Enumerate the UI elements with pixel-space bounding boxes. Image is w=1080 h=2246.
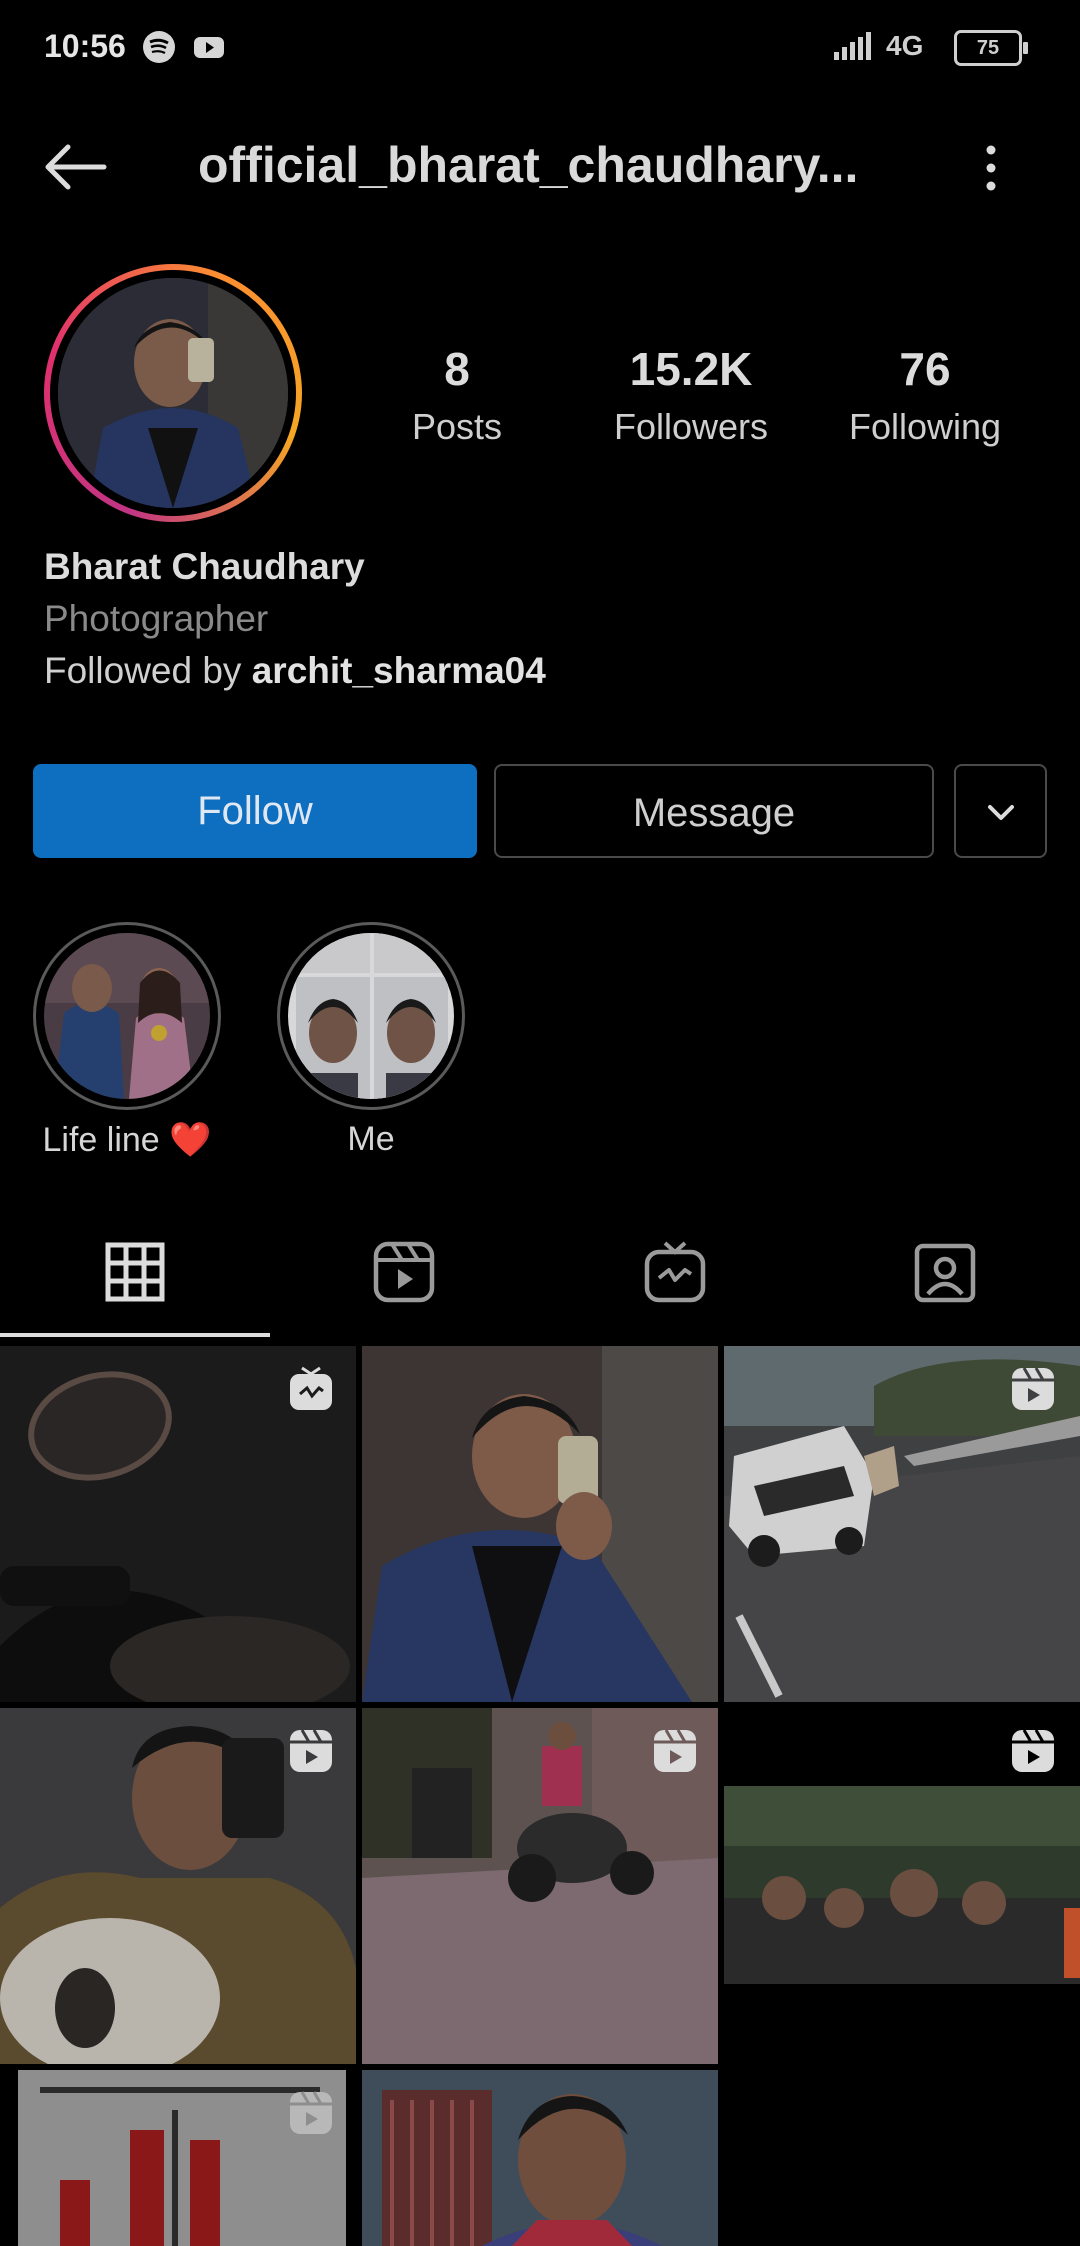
grid-post[interactable] <box>362 1708 718 2064</box>
grid-post[interactable] <box>724 1346 1080 1702</box>
profile-avatar[interactable] <box>44 264 302 522</box>
profile-category: Photographer <box>44 598 269 639</box>
stat-following-value: 76 <box>899 343 951 395</box>
followed-by-user[interactable]: archit_sharma04 <box>252 650 546 691</box>
battery-indicator: 75 <box>954 30 1028 66</box>
reels-icon <box>290 2091 332 2134</box>
follow-button[interactable]: Follow <box>33 764 477 858</box>
grid-post[interactable] <box>0 1708 356 2064</box>
youtube-icon <box>194 37 224 58</box>
more-options-icon[interactable] <box>976 140 1006 196</box>
status-time: 10:56 <box>44 28 126 64</box>
grid-post[interactable] <box>362 1346 718 1702</box>
tab-tagged[interactable] <box>913 1240 977 1304</box>
reels-icon <box>1012 1729 1054 1772</box>
reels-icon <box>1012 1367 1054 1410</box>
tab-posts-grid[interactable] <box>103 1240 167 1304</box>
status-bar: 10:56 4G 75 <box>0 0 1080 96</box>
grid-post[interactable] <box>362 2070 718 2246</box>
highlight-life-line-cover <box>44 933 210 1099</box>
followed-by[interactable]: Followed by archit_sharma04 <box>44 650 546 692</box>
tab-igtv[interactable] <box>643 1240 707 1304</box>
tab-reels[interactable] <box>372 1240 436 1304</box>
stat-followers-label: Followers <box>613 406 769 447</box>
profile-username-title: official_bharat_chaudhary... <box>198 137 859 193</box>
active-tab-indicator <box>0 1333 270 1337</box>
suggested-accounts-button[interactable] <box>954 764 1047 858</box>
highlight-me-label: Me <box>347 1120 395 1158</box>
highlight-me-cover <box>288 933 454 1099</box>
stat-posts-label: Posts <box>411 406 503 447</box>
stat-posts[interactable]: 8 Posts <box>357 342 557 448</box>
back-arrow-icon[interactable] <box>42 142 108 192</box>
highlight-life-line-label: Life line ❤️ <box>42 1121 212 1159</box>
reels-icon <box>290 1729 332 1772</box>
stat-following-label: Following <box>848 406 1002 447</box>
highlight-me[interactable] <box>277 922 465 1110</box>
highlight-life-line[interactable] <box>33 922 221 1110</box>
stat-followers-value: 15.2K <box>629 343 753 395</box>
message-button[interactable]: Message <box>494 764 934 858</box>
chevron-down-icon <box>987 805 1014 820</box>
followed-by-prefix: Followed by <box>44 650 252 691</box>
reels-icon <box>654 1729 696 1772</box>
stat-followers[interactable]: 15.2K Followers <box>591 342 791 448</box>
profile-name: Bharat Chaudhary <box>44 546 365 587</box>
grid-post[interactable] <box>0 2070 356 2246</box>
network-type: 4G <box>886 30 924 61</box>
spotify-icon <box>143 31 175 63</box>
grid-post[interactable] <box>0 1346 356 1702</box>
stat-posts-value: 8 <box>444 343 470 395</box>
avatar-photo <box>58 278 288 508</box>
stat-following[interactable]: 76 Following <box>825 342 1025 448</box>
igtv-icon <box>290 1366 332 1410</box>
signal-icon <box>834 32 871 60</box>
grid-post[interactable] <box>724 1708 1080 2064</box>
